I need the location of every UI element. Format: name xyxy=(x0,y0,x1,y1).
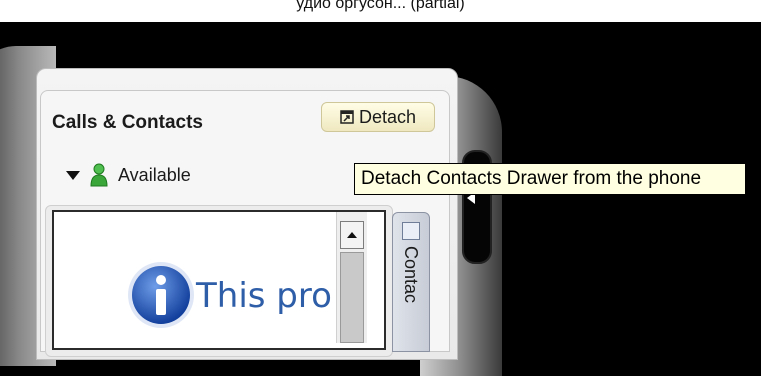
contacts-message-area: This pro xyxy=(54,212,336,343)
person-available-icon xyxy=(90,163,108,187)
detach-button[interactable]: Detach xyxy=(321,102,435,132)
arrow-up-icon xyxy=(347,232,357,238)
tab-contacts-label: Contac xyxy=(401,246,421,304)
status-label: Available xyxy=(118,164,191,185)
contacts-tab-icon xyxy=(402,222,420,240)
detach-icon xyxy=(340,110,354,124)
status-selector[interactable]: Available xyxy=(66,163,191,187)
detach-label: Detach xyxy=(358,106,417,127)
scroll-thumb[interactable] xyxy=(340,252,364,343)
info-icon xyxy=(128,262,194,328)
detach-tooltip: Detach Contacts Drawer from the phone xyxy=(354,163,746,195)
triangle-down-icon[interactable] xyxy=(66,170,80,180)
scroll-up-button[interactable] xyxy=(340,221,364,249)
contacts-message: This pro xyxy=(196,276,332,316)
cropped-top-text: удио оргусон... (partial) xyxy=(296,0,465,12)
panel-title: Calls & Contacts xyxy=(52,112,203,133)
top-cropped-strip: удио оргусон... (partial) xyxy=(0,0,761,22)
